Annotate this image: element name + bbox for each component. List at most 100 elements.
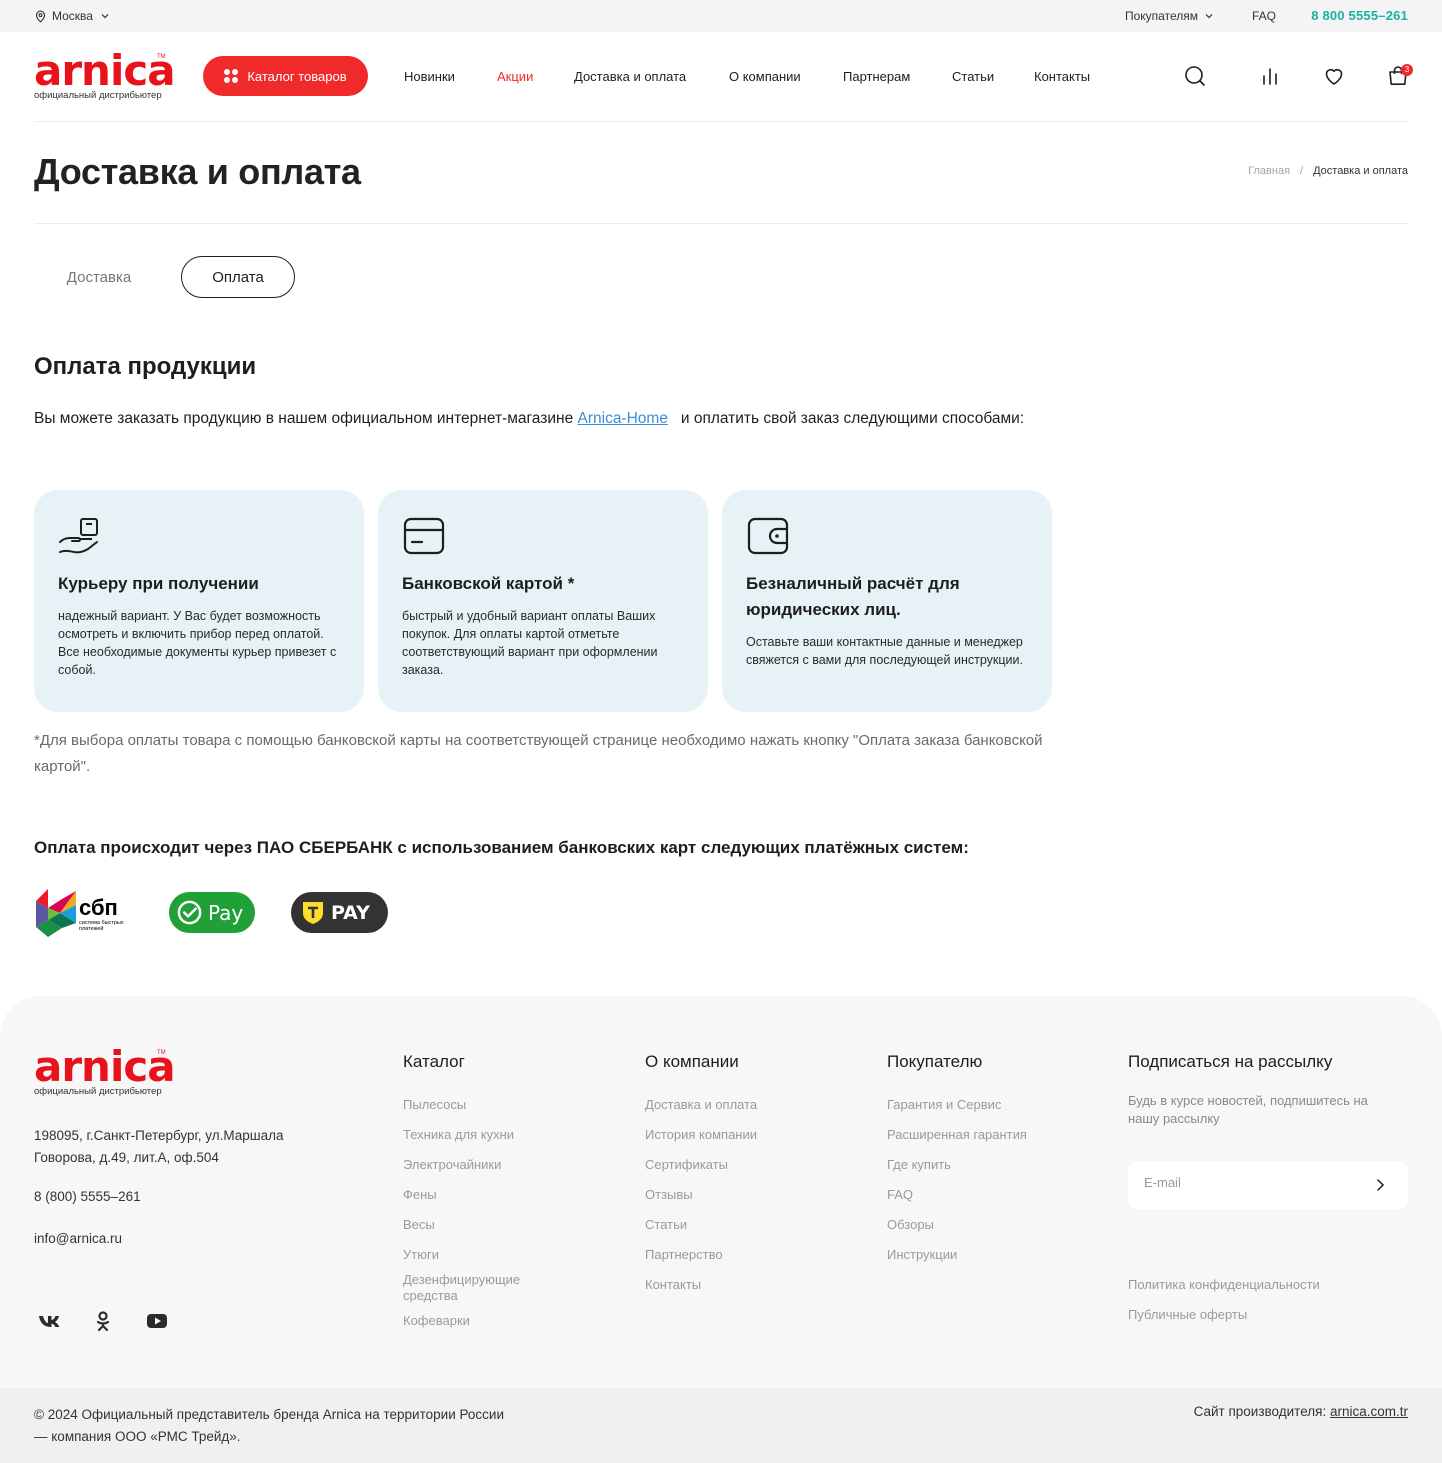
logo-tagline: официальный дистрибьютер: [34, 1086, 162, 1097]
footer-link[interactable]: Отзывы: [645, 1187, 693, 1203]
footer-link[interactable]: Партнерство: [645, 1247, 723, 1263]
footer-company-title: О компании: [645, 1052, 739, 1071]
privacy-policy-link[interactable]: Политика конфиденциальности: [1128, 1277, 1320, 1293]
footer-link[interactable]: Техника для кухни: [403, 1127, 514, 1143]
logo-word: arnica: [34, 46, 176, 95]
footer-link[interactable]: Гарантия и Сервис: [887, 1097, 1001, 1113]
tab-delivery[interactable]: Доставка: [34, 256, 164, 298]
footer-logo[interactable]: arnica TM официальный дистрибьютер: [34, 1042, 176, 1098]
footer-subscribe-title: Подписаться на рассылку: [1128, 1052, 1333, 1071]
footer-email[interactable]: info@arnica.ru: [34, 1231, 122, 1246]
city-name: Москва: [52, 9, 93, 23]
header-logo[interactable]: arnica TM официальный дистрибьютер: [34, 46, 176, 102]
footer-phone[interactable]: 8 (800) 5555–261: [34, 1189, 141, 1204]
footer-link[interactable]: Обзоры: [887, 1217, 934, 1233]
footer-catalog-title: Каталог: [403, 1052, 465, 1071]
payment-card-bank: Банковской картой * быстрый и удобный ва…: [378, 490, 708, 712]
nav-item-delivery[interactable]: Доставка и оплата: [574, 69, 686, 84]
sberpay-logo: Pay: [169, 892, 255, 933]
footer-link[interactable]: Утюги: [403, 1247, 439, 1263]
footer-link[interactable]: Электрочайники: [403, 1157, 501, 1173]
nav-item-partners[interactable]: Партнерам: [843, 69, 910, 84]
footer-link[interactable]: Весы: [403, 1217, 435, 1233]
chevron-right-icon[interactable]: [1372, 1177, 1388, 1193]
footer-link[interactable]: Где купить: [887, 1157, 951, 1173]
tab-payment[interactable]: Оплата: [181, 256, 295, 298]
chevron-down-icon: [1205, 14, 1213, 19]
sbp-text: сбп: [79, 895, 118, 920]
compare-icon[interactable]: [1258, 64, 1282, 88]
top-phone[interactable]: 8 800 5555–261: [1311, 8, 1408, 23]
chevron-down-icon: [101, 14, 109, 19]
nav-item-contacts[interactable]: Контакты: [1034, 69, 1090, 84]
heart-icon[interactable]: [1322, 64, 1346, 88]
sbp-logo: сбп система быстрых платежей: [34, 887, 134, 944]
nav-item-new[interactable]: Новинки: [404, 69, 455, 84]
vk-icon[interactable]: [38, 1310, 60, 1332]
card-text: Оставьте ваши контактные данные и менедж…: [746, 635, 1023, 667]
faq-link[interactable]: FAQ: [1252, 9, 1276, 23]
page-title: Доставка и оплата: [34, 151, 361, 192]
footer-link[interactable]: FAQ: [887, 1187, 913, 1203]
sberpay-text: Pay: [208, 901, 244, 925]
arnica-home-link[interactable]: Arnica-Home: [578, 410, 668, 427]
breadcrumb: Главная / Доставка и оплата: [1248, 165, 1408, 177]
footer-link[interactable]: Доставка и оплата: [645, 1097, 757, 1113]
breadcrumb-separator: /: [1300, 165, 1304, 177]
manufacturer-link[interactable]: arnica.com.tr: [1330, 1404, 1408, 1419]
nav-item-company[interactable]: О компании: [729, 69, 801, 84]
breadcrumb-current: Доставка и оплата: [1313, 165, 1408, 177]
hand-package-icon: [59, 518, 98, 554]
footer-link[interactable]: Сертификаты: [645, 1157, 728, 1173]
catalog-button[interactable]: Каталог товаров: [203, 56, 368, 96]
email-input[interactable]: [1144, 1175, 1354, 1190]
footer-link[interactable]: История компании: [645, 1127, 757, 1143]
city-selector[interactable]: Москва: [34, 9, 112, 23]
sber-payment-text: Оплата происходит через ПАО СБЕРБАНК с и…: [34, 838, 969, 857]
breadcrumb-home[interactable]: Главная: [1248, 165, 1290, 177]
trademark-mark: TM: [157, 54, 166, 60]
bottom-bar: © 2024 Официальный представитель бренда …: [0, 1388, 1442, 1463]
cart-count-badge: 3: [1401, 64, 1413, 76]
public-offer-link[interactable]: Публичные оферты: [1128, 1307, 1247, 1323]
card-title: Курьеру при получении: [58, 574, 259, 593]
card-text: надежный вариант. У Вас будет возможност…: [58, 609, 337, 677]
location-pin-icon: [35, 10, 46, 23]
footer-link[interactable]: Фены: [403, 1187, 437, 1203]
card-payment-footnote: *Для выбора оплаты товара с помощью банк…: [34, 732, 1043, 775]
grid-dots-icon: [224, 69, 239, 83]
payment-card-invoice: Безналичный расчёт для юридических лиц. …: [722, 490, 1052, 712]
trademark-mark: TM: [157, 1050, 166, 1056]
footer-link[interactable]: Дезенфицирующие средства: [403, 1272, 553, 1304]
tpay-text: PAY: [331, 902, 370, 924]
footer-link[interactable]: Статьи: [645, 1217, 687, 1233]
intro-text-after: и оплатить свой заказ следующими способа…: [667, 410, 1025, 427]
top-bar: Москва Покупателям FAQ 8 800 5555–261: [0, 0, 1442, 32]
section-title: Оплата продукции: [34, 353, 257, 380]
card-text: быстрый и удобный вариант оплаты Ваших п…: [402, 609, 658, 677]
header-divider: [34, 121, 1408, 122]
logo-tagline: официальный дистрибьютер: [34, 90, 162, 101]
tpay-logo: PAY: [291, 892, 388, 933]
logo-word: arnica: [34, 1042, 176, 1091]
subscribe-form: [1128, 1161, 1408, 1209]
intro-text: Вы можете заказать продукцию в нашем офи…: [34, 406, 1034, 432]
nav-item-articles[interactable]: Статьи: [952, 69, 994, 84]
check-circle-icon: [177, 900, 202, 925]
buyers-menu[interactable]: Покупателям: [1125, 9, 1214, 23]
odnoklassniki-icon[interactable]: [92, 1310, 114, 1332]
footer-link[interactable]: Инструкции: [887, 1247, 957, 1263]
footer-link[interactable]: Контакты: [645, 1277, 701, 1293]
footer-link[interactable]: Кофеварки: [403, 1313, 470, 1329]
nav-item-promo[interactable]: Акции: [497, 69, 533, 84]
tbank-shield-icon: [303, 902, 323, 924]
youtube-icon[interactable]: [146, 1310, 168, 1332]
copyright: © 2024 Официальный представитель бренда …: [34, 1407, 504, 1444]
footer-link[interactable]: Расширенная гарантия: [887, 1127, 1027, 1143]
footer-link[interactable]: Пылесосы: [403, 1097, 466, 1113]
card-title: Банковской картой *: [402, 574, 575, 593]
search-icon[interactable]: [1183, 64, 1207, 88]
buyers-label: Покупателям: [1125, 9, 1198, 23]
intro-text-before: Вы можете заказать продукцию в нашем офи…: [34, 410, 578, 427]
title-divider: [34, 223, 1408, 224]
